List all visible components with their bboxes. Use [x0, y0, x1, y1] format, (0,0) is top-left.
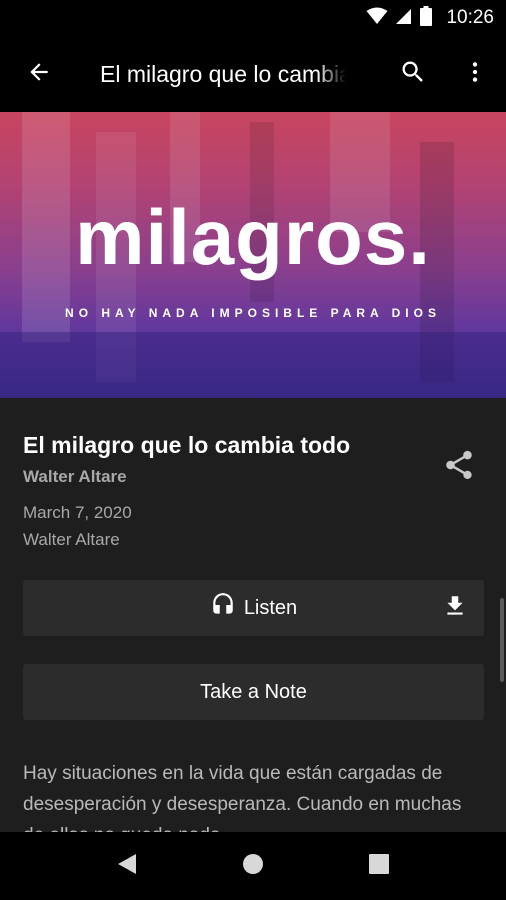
sermon-description: Hay situaciones en la vida que están car… [23, 763, 462, 842]
listen-button[interactable]: Listen [23, 580, 484, 636]
arrow-back-icon [26, 59, 52, 90]
back-triangle-icon [116, 852, 138, 881]
download-button[interactable] [440, 594, 470, 622]
artwork-title: milagros. [75, 193, 431, 281]
scrollbar[interactable] [500, 598, 504, 682]
sermon-speaker-heading: Walter Altare [23, 467, 127, 486]
recents-square-icon [368, 853, 390, 880]
headphones-icon [210, 592, 236, 624]
search-button[interactable] [382, 36, 444, 112]
back-button[interactable] [0, 36, 78, 112]
sermon-speaker: Walter Altare [23, 530, 120, 549]
app-bar: El milagro que lo cambia todo [0, 36, 506, 112]
nav-recents-button[interactable] [316, 832, 442, 900]
artwork-subtitle: NO HAY NADA IMPOSIBLE PARA DIOS [65, 306, 441, 320]
status-time: 10:26 [446, 7, 494, 28]
status-bar: 10:26 [0, 0, 506, 36]
share-button[interactable] [434, 442, 484, 492]
more-vert-icon [462, 59, 488, 90]
nav-home-button[interactable] [190, 832, 316, 900]
app-bar-title: El milagro que lo cambia todo [100, 60, 346, 87]
search-icon [399, 58, 427, 91]
sermon-date: March 7, 2020 [23, 503, 132, 522]
battery-icon [420, 5, 433, 31]
overflow-menu-button[interactable] [444, 36, 506, 112]
home-circle-icon [241, 852, 265, 881]
take-note-button[interactable]: Take a Note [23, 664, 484, 720]
signal-icon [396, 7, 412, 30]
nav-back-button[interactable] [64, 832, 190, 900]
download-icon [442, 593, 468, 624]
share-icon [442, 448, 476, 487]
listen-label: Listen [243, 596, 298, 619]
sermon-artwork: milagros. NO HAY NADA IMPOSIBLE PARA DIO… [0, 112, 506, 398]
sermon-title: El milagro que lo cambia todo [23, 432, 351, 458]
wifi-icon [366, 7, 388, 30]
system-nav-bar [0, 832, 506, 900]
